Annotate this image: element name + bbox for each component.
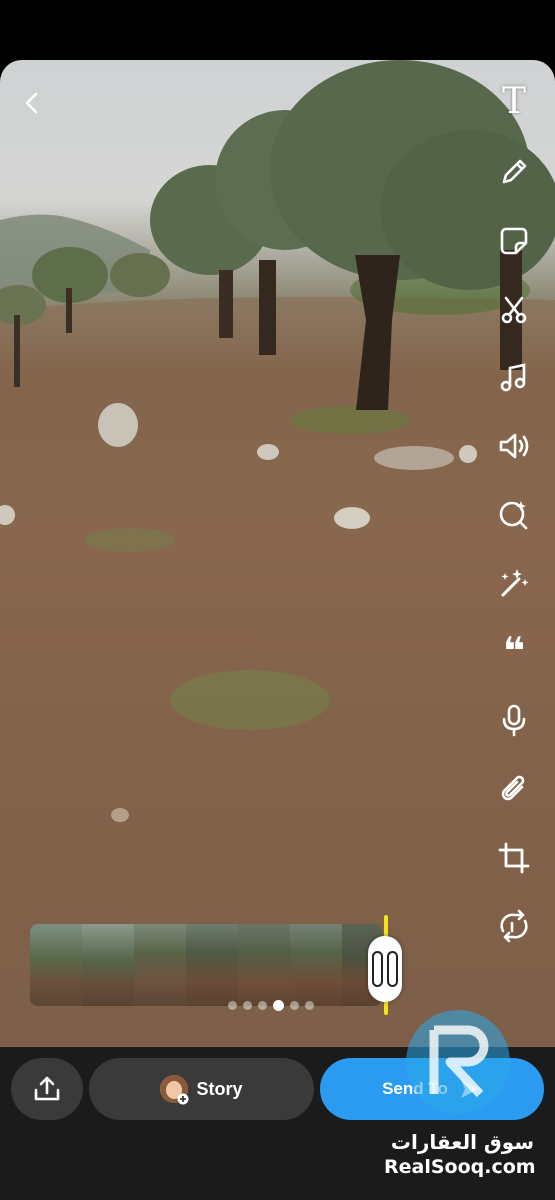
olive-grove-scene — [0, 60, 555, 1050]
lens-sparkle-icon — [499, 501, 528, 530]
quote-icon: ❝ — [502, 631, 526, 673]
scissors-tool-button[interactable] — [494, 290, 534, 330]
watermark-arabic-text: سوق العقارات — [390, 1130, 534, 1154]
effects-tool-button[interactable] — [494, 562, 534, 602]
timeline-frame — [82, 924, 134, 1006]
loop-icon — [500, 909, 528, 943]
video-timeline[interactable] — [30, 924, 382, 1006]
timeline-frame — [290, 924, 342, 1006]
bitmoji-avatar-icon — [160, 1075, 189, 1105]
trim-handle[interactable] — [368, 936, 402, 1002]
story-label: Story — [196, 1078, 243, 1099]
page-dot — [258, 1001, 267, 1010]
avatar — [160, 1075, 189, 1105]
speaker-icon — [499, 433, 529, 459]
handle-grip-icon — [372, 951, 398, 987]
page-dot — [228, 1001, 237, 1010]
sticker-tool-button[interactable] — [494, 221, 534, 261]
text-tool-button[interactable]: T — [494, 82, 534, 122]
music-note-icon — [500, 363, 526, 392]
timeline-frame — [134, 924, 186, 1006]
media-preview — [0, 60, 555, 1050]
sticker-icon — [500, 227, 528, 255]
lens-tool-button[interactable] — [494, 494, 534, 534]
scissors-icon — [501, 296, 527, 324]
story-button[interactable]: Story — [89, 1058, 314, 1120]
timeline-frame — [186, 924, 238, 1006]
upload-icon — [34, 1076, 60, 1101]
crop-icon — [498, 842, 530, 874]
draw-tool-button[interactable] — [494, 152, 534, 192]
export-button[interactable] — [11, 1058, 83, 1120]
page-dot — [290, 1001, 299, 1010]
microphone-icon — [502, 704, 526, 737]
text-icon: T — [501, 81, 526, 122]
sound-tool-button[interactable] — [494, 426, 534, 466]
timeline-frame — [30, 924, 82, 1006]
status-bar — [0, 0, 555, 60]
loop-tool-button[interactable] — [494, 906, 534, 946]
back-button[interactable] — [16, 86, 50, 120]
watermark-site-text: RealSooq.com — [384, 1156, 536, 1178]
chevron-left-icon — [25, 92, 38, 114]
crop-tool-button[interactable] — [494, 838, 534, 878]
music-tool-button[interactable] — [494, 358, 534, 398]
realsooq-logo — [402, 1008, 514, 1116]
pencil-icon — [502, 159, 527, 184]
voiceover-tool-button[interactable] — [494, 700, 534, 740]
page-dot — [243, 1001, 252, 1010]
magic-wand-icon — [501, 569, 529, 597]
clip-page-indicator — [228, 1000, 314, 1011]
page-dot — [273, 1000, 284, 1011]
page-dot — [305, 1001, 314, 1010]
quote-tool-button[interactable]: ❝ — [494, 632, 534, 672]
timeline-frame — [238, 924, 290, 1006]
attach-tool-button[interactable] — [494, 770, 534, 810]
paperclip-icon — [501, 775, 525, 801]
